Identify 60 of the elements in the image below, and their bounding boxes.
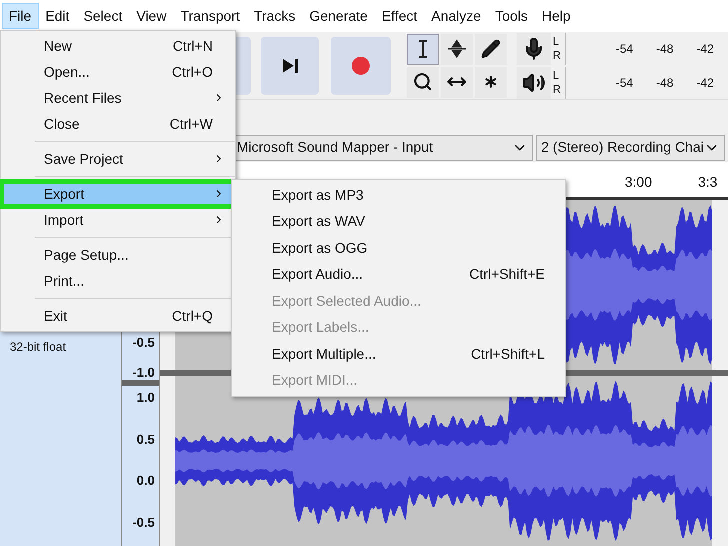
meter-tick-label: -42 xyxy=(696,40,714,58)
menu-item[interactable]: View xyxy=(130,3,174,29)
track-info-text: 32-bit float xyxy=(10,341,68,354)
menu-entry[interactable]: Exit Ctrl+Q xyxy=(1,303,235,329)
menu-item[interactable]: Tracks xyxy=(247,3,303,29)
menu-entry[interactable]: Page Setup... xyxy=(1,242,235,268)
meter-tick-label: -54 xyxy=(616,40,634,58)
meter-tick-label: -48 xyxy=(656,74,674,92)
channel-label: L xyxy=(553,34,560,48)
ruler-label: 3:00 xyxy=(625,173,652,192)
menu-item[interactable]: Tools xyxy=(488,3,535,29)
menu-entry[interactable]: Save Project xyxy=(1,146,235,172)
scale-label: -0.5 xyxy=(132,334,155,352)
tool-button[interactable] xyxy=(441,66,473,98)
menu-item[interactable]: Help xyxy=(535,3,578,29)
scale-label: -0.5 xyxy=(132,514,155,532)
ruler-label: 3:3 xyxy=(698,173,718,192)
tool-button[interactable] xyxy=(407,66,439,98)
meter-tick-label: -48 xyxy=(656,40,674,58)
menu-item[interactable]: Effect xyxy=(374,3,424,29)
tool-button[interactable] xyxy=(441,34,473,64)
pencil-icon xyxy=(481,39,501,59)
menu-entry[interactable]: New Ctrl+N xyxy=(1,33,235,59)
skip-to-end-icon xyxy=(281,58,299,74)
zoom-icon xyxy=(413,72,433,92)
meter-tick-label: -54 xyxy=(616,74,634,92)
menu-item[interactable]: Edit xyxy=(38,3,77,29)
menu-entry[interactable]: Export as MP3 xyxy=(232,182,565,208)
scale-label: -1.0 xyxy=(132,364,155,382)
menu-item[interactable]: File xyxy=(2,3,39,29)
tool-button[interactable] xyxy=(407,34,439,64)
menu-entry[interactable]: Import xyxy=(1,207,235,233)
menu-entry[interactable]: Close Ctrl+W xyxy=(1,111,235,137)
menu-entry[interactable]: Export as OGG xyxy=(232,235,565,262)
menu-item[interactable]: Generate xyxy=(302,3,375,29)
envelope-tool-icon xyxy=(447,39,467,59)
menu-item[interactable]: Transport xyxy=(174,3,248,29)
record-meter-button[interactable] xyxy=(517,32,551,64)
record-icon xyxy=(352,56,370,74)
channel-label: L xyxy=(553,68,560,82)
menu-entry[interactable]: Export Audio... Ctrl+Shift+E xyxy=(232,262,565,288)
tool-button[interactable] xyxy=(475,34,507,64)
device-dropdown[interactable]: 2 (Stereo) Recording Chai xyxy=(536,134,725,160)
menu-entry[interactable]: Print... xyxy=(1,268,235,294)
meter-tick-label: -42 xyxy=(696,74,714,92)
scale-label: 1.0 xyxy=(136,389,155,407)
channel-label: R xyxy=(553,48,562,62)
menu-entry[interactable]: Recent Files xyxy=(1,85,235,111)
tool-button[interactable] xyxy=(475,66,507,98)
menu-item[interactable]: Analyze xyxy=(424,3,488,29)
scale-label: 0.5 xyxy=(136,430,155,448)
scale-label: 0.0 xyxy=(136,472,155,490)
menu-entry[interactable]: Export Multiple... Ctrl+Shift+L xyxy=(232,341,565,368)
playback-meter-button[interactable] xyxy=(517,66,551,98)
channel-label: R xyxy=(553,82,562,96)
record-button[interactable] xyxy=(331,36,391,94)
menu-entry[interactable]: Export as WAV xyxy=(232,208,565,235)
menu-entry[interactable]: Open... Ctrl+O xyxy=(1,59,235,85)
skip-to-end-button[interactable] xyxy=(261,36,319,94)
menu-item[interactable]: Select xyxy=(76,3,130,29)
